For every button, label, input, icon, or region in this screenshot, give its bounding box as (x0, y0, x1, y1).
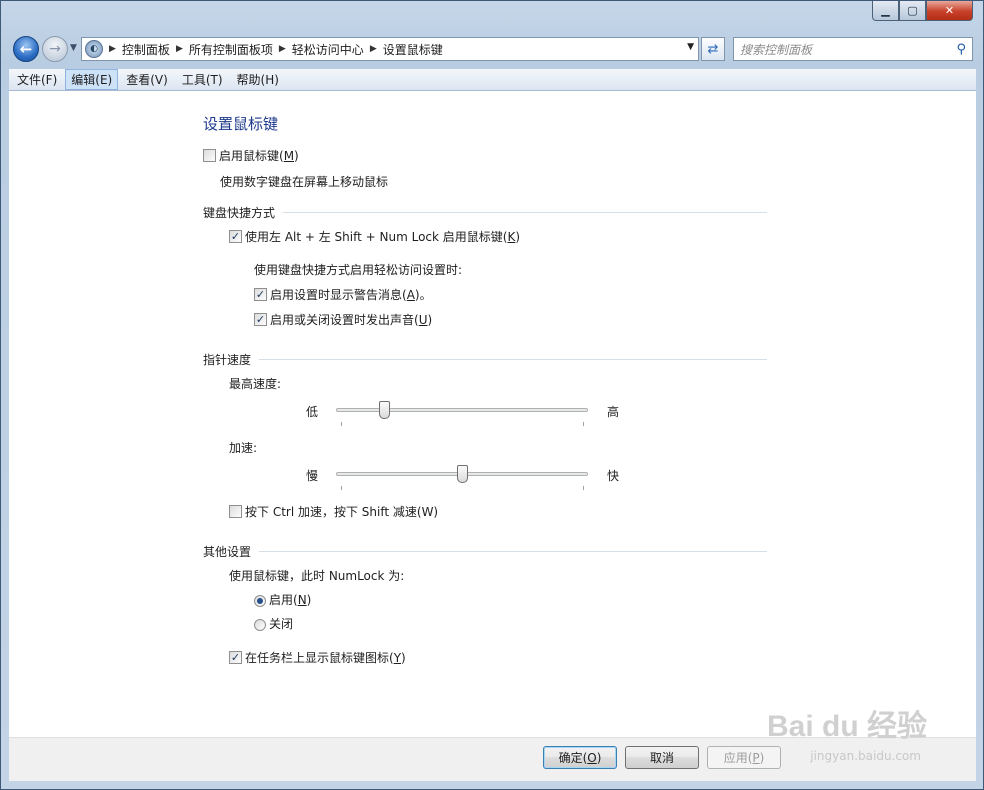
numlock-on-radio[interactable] (254, 595, 266, 607)
menu-file[interactable]: 文件(F) (11, 69, 63, 90)
menu-help[interactable]: 帮助(H) (231, 69, 285, 90)
section-pointer-speed: 指针速度 (203, 353, 252, 367)
shortcut-checkbox[interactable]: ✓ (229, 230, 242, 243)
taskbar-icon-checkbox[interactable]: ✓ (229, 651, 242, 664)
acceleration-label: 加速: (229, 441, 258, 455)
control-panel-icon: ◐ (85, 40, 103, 58)
breadcrumb-control-panel[interactable]: 控制面板 (122, 41, 170, 58)
numlock-off-radio[interactable] (254, 619, 266, 631)
search-input[interactable]: 搜索控制面板 ⚲ (733, 37, 973, 61)
top-speed-high-label: 高 (607, 405, 620, 419)
shortcut-label[interactable]: 使用左 Alt + 左 Shift + Num Lock 启用鼠标键(K) (245, 228, 520, 245)
menu-bar: 文件(F) 编辑(E) 查看(V) 工具(T) 帮助(H) (9, 69, 976, 91)
shortcut-description: 使用键盘快捷方式启用轻松访问设置时: (254, 263, 463, 277)
back-button[interactable]: ← (13, 36, 39, 62)
breadcrumb-ease-of-access[interactable]: 轻松访问中心 (292, 41, 364, 58)
minimize-button[interactable]: ▁ (872, 1, 899, 21)
cancel-button[interactable]: 取消 (625, 746, 699, 769)
slider-tick (583, 422, 584, 426)
address-dropdown-icon[interactable]: ▼ (687, 42, 694, 52)
navigation-bar: ← → ▼ ◐ ▶ 控制面板 ▶ 所有控制面板项 ▶ 轻松访问中心 ▶ 设置鼠标… (9, 33, 977, 65)
taskbar-icon-label[interactable]: 在任务栏上显示鼠标键图标(Y) (245, 649, 406, 666)
slider-tick (341, 422, 342, 426)
search-placeholder: 搜索控制面板 (740, 42, 813, 57)
top-speed-slider-thumb[interactable] (379, 401, 391, 419)
section-other-settings: 其他设置 (203, 545, 252, 559)
slider-tick (583, 486, 584, 490)
breadcrumb-chevron-icon[interactable]: ▶ (279, 44, 286, 54)
search-icon[interactable]: ⚲ (956, 42, 966, 57)
warning-message-label[interactable]: 启用设置时显示警告消息(A)。 (270, 286, 432, 303)
menu-view[interactable]: 查看(V) (120, 69, 174, 90)
section-divider (259, 551, 767, 552)
baidu-watermark-logo: Bai du 经验 (766, 710, 927, 743)
sound-label[interactable]: 启用或关闭设置时发出声音(U) (270, 311, 432, 328)
section-divider (259, 359, 767, 360)
forward-button[interactable]: → (42, 36, 68, 62)
breadcrumb-all-items[interactable]: 所有控制面板项 (189, 41, 273, 58)
acceleration-slider-thumb[interactable] (456, 465, 468, 483)
numlock-off-label[interactable]: 关闭 (269, 615, 293, 632)
top-speed-label: 最高速度: (229, 377, 282, 391)
ok-button[interactable]: 确定(O) (543, 746, 617, 769)
baidu-watermark-url: jingyan.baidu.com (810, 749, 921, 763)
maximize-button[interactable]: ▢ (899, 1, 926, 21)
acceleration-slow-label: 慢 (306, 469, 319, 483)
close-button[interactable]: ✕ (926, 1, 973, 21)
refresh-button[interactable]: ⇄ (701, 37, 725, 61)
breadcrumb-mouse-keys[interactable]: 设置鼠标键 (383, 41, 443, 58)
breadcrumb-chevron-icon[interactable]: ▶ (109, 44, 116, 54)
section-keyboard-shortcut: 键盘快捷方式 (203, 206, 276, 220)
address-bar[interactable]: ◐ ▶ 控制面板 ▶ 所有控制面板项 ▶ 轻松访问中心 ▶ 设置鼠标键 ▼ (81, 37, 699, 61)
breadcrumb-chevron-icon[interactable]: ▶ (176, 44, 183, 54)
top-speed-slider-track[interactable] (336, 408, 588, 412)
settings-content: 设置鼠标键 启用鼠标键(M) 使用数字键盘在屏幕上移动鼠标 键盘快捷方式 ✓ 使… (9, 91, 976, 737)
refresh-icon: ⇄ (707, 41, 719, 57)
section-divider (283, 212, 767, 213)
breadcrumb-chevron-icon[interactable]: ▶ (370, 44, 377, 54)
warning-message-checkbox[interactable]: ✓ (254, 288, 267, 301)
numlock-label: 使用鼠标键，此时 NumLock 为: (229, 569, 405, 583)
menu-tools[interactable]: 工具(T) (176, 69, 229, 90)
page-title: 设置鼠标键 (203, 115, 279, 133)
top-speed-low-label: 低 (306, 405, 319, 419)
control-panel-window: ▁ ▢ ✕ ← → ▼ ◐ ▶ 控制面板 ▶ 所有控制面板项 ▶ 轻松访问中心 … (0, 0, 984, 790)
apply-button[interactable]: 应用(P) (707, 746, 781, 769)
enable-mouse-keys-label[interactable]: 启用鼠标键(M) (219, 147, 299, 164)
acceleration-fast-label: 快 (607, 469, 620, 483)
enable-mouse-keys-checkbox[interactable] (203, 149, 216, 162)
sound-checkbox[interactable]: ✓ (254, 313, 267, 326)
caption-controls: ▁ ▢ ✕ (872, 1, 973, 21)
ctrl-shift-speed-checkbox[interactable] (229, 505, 242, 518)
recent-pages-dropdown-icon[interactable]: ▼ (70, 43, 77, 53)
ctrl-shift-speed-label[interactable]: 按下 Ctrl 加速，按下 Shift 减速(W) (245, 503, 438, 520)
slider-tick (341, 486, 342, 490)
enable-mouse-keys-description: 使用数字键盘在屏幕上移动鼠标 (220, 175, 389, 189)
numlock-on-label[interactable]: 启用(N) (269, 591, 311, 608)
menu-edit[interactable]: 编辑(E) (65, 69, 119, 90)
